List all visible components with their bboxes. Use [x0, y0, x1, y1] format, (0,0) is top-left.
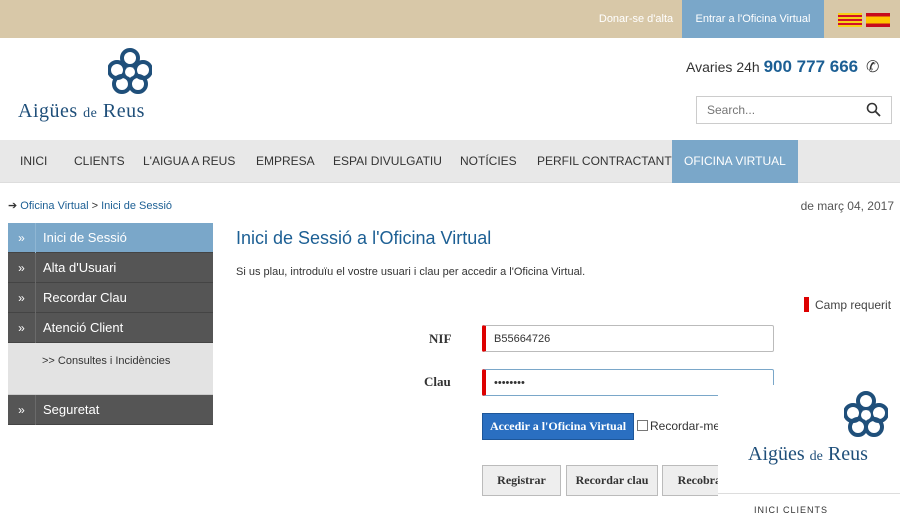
nav-item-oficina-virtual[interactable]: OFICINA VIRTUAL [672, 140, 798, 183]
logo-overlay-panel: Aigües de Reus INICI CLIENTS [718, 385, 900, 515]
sidebar-subitem-consultes[interactable]: >> Consultes i Incidències [8, 343, 213, 395]
double-chevron-icon: » [8, 253, 36, 283]
sidebar-item-atencio-client[interactable]: » Atenció Client [8, 313, 213, 343]
logo-text[interactable]: Aigües de Reus [18, 100, 145, 123]
brand-name-main: Aigües [18, 100, 78, 122]
phone-icon: ✆ [866, 59, 880, 76]
remember-password-button[interactable]: Recordar clau [566, 465, 658, 496]
spanish-flag-icon[interactable] [866, 13, 890, 27]
top-bar: Donar-se d'alta Entrar a l'Oficina Virtu… [0, 0, 900, 38]
page-title: Inici de Sessió a l'Oficina Virtual [236, 228, 492, 248]
nav-item-inici[interactable]: INICI [20, 140, 47, 183]
sidebar: » Inici de Sessió » Alta d'Usuari » Reco… [8, 223, 213, 425]
required-marker-icon [804, 297, 809, 312]
breadcrumb-arrow-icon: ➔ [8, 200, 18, 212]
clau-label: Clau [424, 374, 451, 389]
nav-item-noticies[interactable]: NOTÍCIES [460, 140, 517, 183]
sidebar-item-alta-usuari[interactable]: » Alta d'Usuari [8, 253, 213, 283]
sidebar-item-recordar-clau[interactable]: » Recordar Clau [8, 283, 213, 313]
brand-name-de: de [809, 449, 823, 464]
breadcrumb-link-inici-sessio[interactable]: Inici de Sessió [101, 200, 172, 212]
intro-text: Si us plau, introduïu el vostre usuari i… [236, 266, 586, 278]
nav-item-espai-divulgatiu[interactable]: ESPAI DIVULGATIU [333, 140, 442, 183]
nif-label: NIF [429, 331, 452, 346]
nif-input[interactable] [486, 326, 773, 351]
sidebar-item-label: Recordar Clau [43, 290, 127, 305]
overlay-nav-text: INICI CLIENTS [754, 505, 829, 515]
overlay-divider [718, 493, 900, 494]
brand-name-city: Reus [827, 443, 868, 465]
brand-name-de: de [83, 106, 98, 121]
login-button[interactable]: Accedir a l'Oficina Virtual [482, 413, 634, 440]
main-nav: INICI CLIENTS L'AIGUA A REUS EMPRESA ESP… [0, 140, 900, 183]
remember-label: Recordar-me [650, 419, 721, 433]
search-icon[interactable] [866, 102, 881, 121]
catalan-flag-icon[interactable] [838, 13, 862, 27]
logo-flower-icon[interactable] [108, 48, 152, 94]
search-box [696, 96, 892, 124]
emergency-phone: 900 777 666 [763, 57, 859, 76]
sidebar-item-label: Atenció Client [43, 320, 124, 335]
current-date: de març 04, 2017 [800, 199, 894, 213]
remember-me[interactable]: Recordar-me [637, 419, 720, 433]
nav-item-empresa[interactable]: EMPRESA [256, 140, 315, 183]
nav-item-clients[interactable]: CLIENTS [74, 140, 125, 183]
overlay-logo-text: Aigües de Reus [748, 443, 868, 466]
nav-item-perfil-contractant[interactable]: PERFIL CONTRACTANT [537, 140, 672, 183]
remember-checkbox[interactable] [637, 420, 648, 431]
breadcrumb: ➔ Oficina Virtual > Inici de Sessió [8, 199, 172, 212]
double-chevron-icon: » [8, 283, 36, 313]
sidebar-item-seguretat[interactable]: » Seguretat [8, 395, 213, 425]
emergency-contact: Avaries 24h 900 777 666 ✆ [686, 57, 879, 77]
sidebar-item-label: Alta d'Usuari [43, 260, 117, 275]
breadcrumb-link-oficina-virtual[interactable]: Oficina Virtual [20, 200, 88, 212]
emergency-label: Avaries 24h [686, 59, 760, 75]
register-button[interactable]: Registrar [482, 465, 561, 496]
double-chevron-icon: » [8, 313, 36, 343]
logo-flower-icon [844, 391, 888, 437]
nav-item-aigua-reus[interactable]: L'AIGUA A REUS [143, 140, 235, 183]
required-legend: Camp requerit [804, 297, 891, 312]
required-label: Camp requerit [815, 298, 892, 312]
double-chevron-icon: » [8, 395, 36, 425]
sidebar-item-inici-sessio[interactable]: » Inici de Sessió [8, 223, 213, 253]
breadcrumb-separator: > [91, 200, 99, 212]
sidebar-item-label: Seguretat [43, 402, 100, 417]
sidebar-item-label: Inici de Sessió [43, 230, 127, 245]
search-input[interactable] [697, 97, 847, 123]
double-chevron-icon: » [8, 223, 36, 253]
join-link[interactable]: Donar-se d'alta [590, 0, 682, 38]
enter-virtual-office-link[interactable]: Entrar a l'Oficina Virtual [682, 0, 824, 38]
nif-field-wrapper [482, 325, 774, 352]
brand-name-main: Aigües [748, 443, 805, 465]
brand-name-city: Reus [102, 100, 145, 122]
